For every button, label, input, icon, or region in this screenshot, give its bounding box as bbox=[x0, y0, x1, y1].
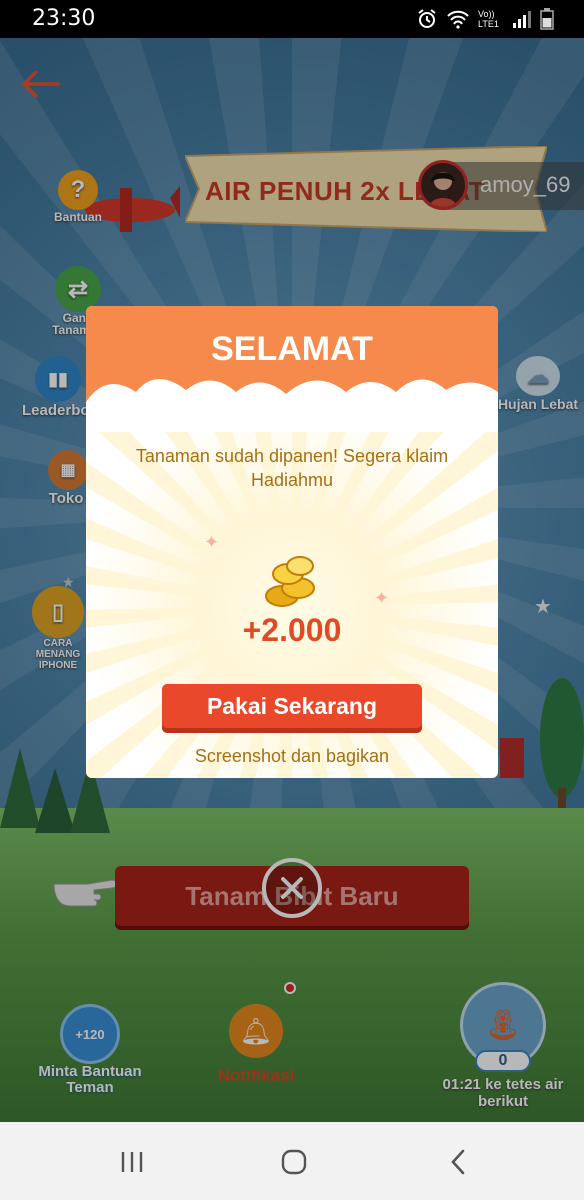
sparkle-icon: ✦ bbox=[374, 588, 390, 608]
screenshot-share-link[interactable]: Screenshot dan bagikan bbox=[86, 746, 498, 767]
sparkle-icon: ✦ bbox=[204, 532, 220, 552]
alarm-icon bbox=[418, 9, 436, 28]
claim-now-button[interactable]: Pakai Sekarang bbox=[162, 684, 422, 728]
coin-stack-icon bbox=[265, 556, 315, 607]
home-icon bbox=[281, 1149, 307, 1175]
signal-icon bbox=[513, 11, 531, 28]
back-button[interactable] bbox=[438, 1144, 478, 1180]
recent-apps-icon bbox=[121, 1152, 143, 1172]
reward-amount: +2.000 bbox=[242, 612, 342, 648]
home-button[interactable] bbox=[274, 1144, 314, 1180]
modal-message: Tanaman sudah dipanen! Segera klaim Hadi… bbox=[135, 446, 449, 490]
modal-title: SELAMAT bbox=[211, 330, 373, 368]
wifi-icon bbox=[447, 10, 469, 29]
network-label: Vo)) LTE1 bbox=[478, 9, 499, 29]
back-icon bbox=[451, 1149, 465, 1175]
status-icons: Vo)) LTE1 bbox=[416, 8, 554, 30]
cloud-edge bbox=[86, 378, 498, 432]
status-time: 23:30 bbox=[32, 6, 96, 31]
system-nav-bar bbox=[0, 1122, 584, 1200]
status-bar: 23:30 Vo)) LTE1 bbox=[0, 0, 584, 38]
recent-apps-button[interactable] bbox=[112, 1144, 152, 1180]
reward-modal: SELAMAT Tanaman sudah dipanen! Segera kl… bbox=[86, 306, 498, 778]
battery-icon bbox=[540, 8, 554, 30]
